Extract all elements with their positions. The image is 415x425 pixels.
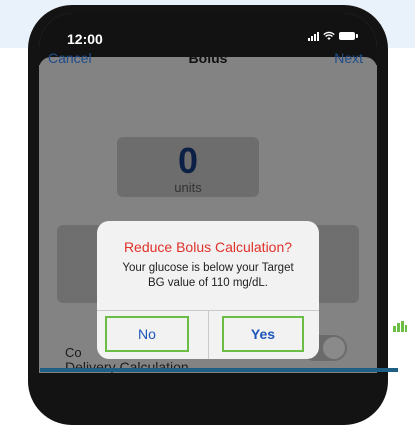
status-icons (308, 31, 358, 41)
alert-button-divider (208, 310, 209, 359)
row-label: Co (65, 345, 82, 360)
units-label: units (174, 180, 202, 195)
units-value: 0 (177, 140, 199, 181)
battery-icon (339, 32, 358, 40)
bar-chart-icon (393, 321, 407, 332)
units-display[interactable]: 0 units (117, 137, 259, 197)
wifi-icon (323, 31, 335, 40)
bottom-rule (40, 368, 398, 372)
yes-button[interactable]: Yes (222, 316, 304, 352)
alert-title: Reduce Bolus Calculation? (123, 239, 293, 255)
no-button[interactable]: No (105, 316, 189, 352)
toggle-knob (323, 337, 345, 359)
next-button[interactable]: Next (334, 50, 363, 66)
status-time: 12:00 (67, 31, 103, 47)
alert-message: Your glucose is below your Target BG val… (122, 262, 294, 289)
phone-screen: 12:00 Bolus Cancel Next 0 units Co Deliv… (39, 13, 377, 373)
cancel-button[interactable]: Cancel (48, 50, 92, 66)
phone-notch (117, 13, 299, 43)
alert-dialog: Reduce Bolus Calculation? Your glucose i… (97, 221, 319, 359)
signal-icon (308, 31, 319, 41)
